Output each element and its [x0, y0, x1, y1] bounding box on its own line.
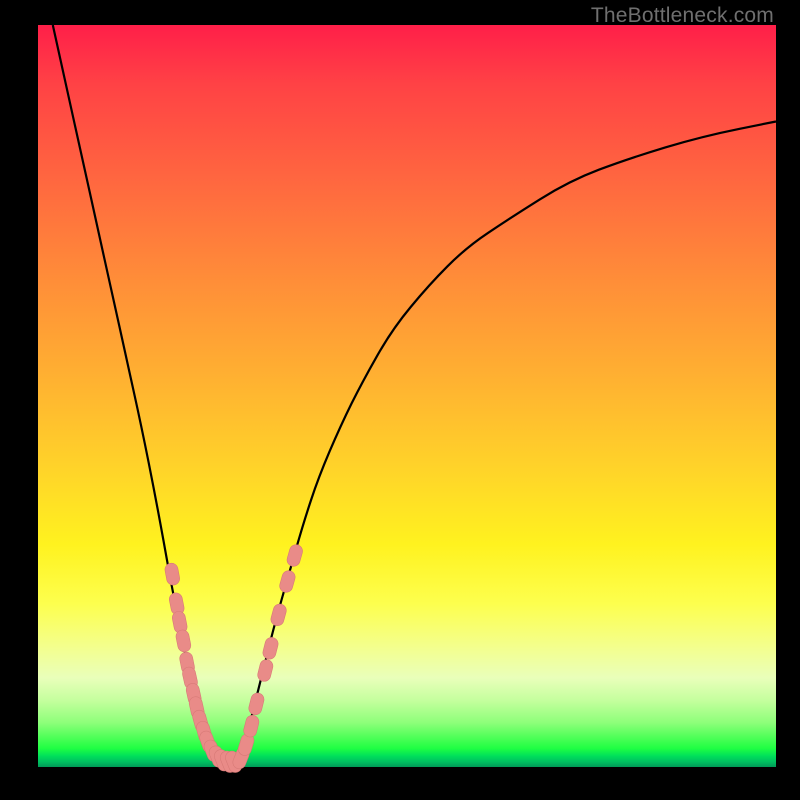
marker-layer — [164, 543, 304, 774]
data-marker — [247, 692, 265, 716]
data-marker — [262, 636, 280, 660]
data-marker — [242, 714, 260, 738]
data-marker — [278, 569, 297, 594]
data-marker — [164, 562, 181, 586]
data-marker — [286, 543, 305, 568]
right-branch-curve — [237, 122, 776, 764]
data-marker — [269, 603, 287, 628]
chart-svg — [38, 25, 776, 767]
watermark-text: TheBottleneck.com — [591, 4, 774, 28]
left-branch-curve — [53, 25, 215, 763]
data-marker — [256, 658, 274, 682]
chart-frame: TheBottleneck.com — [0, 0, 800, 800]
curve-layer — [53, 25, 776, 763]
data-marker — [175, 629, 192, 653]
